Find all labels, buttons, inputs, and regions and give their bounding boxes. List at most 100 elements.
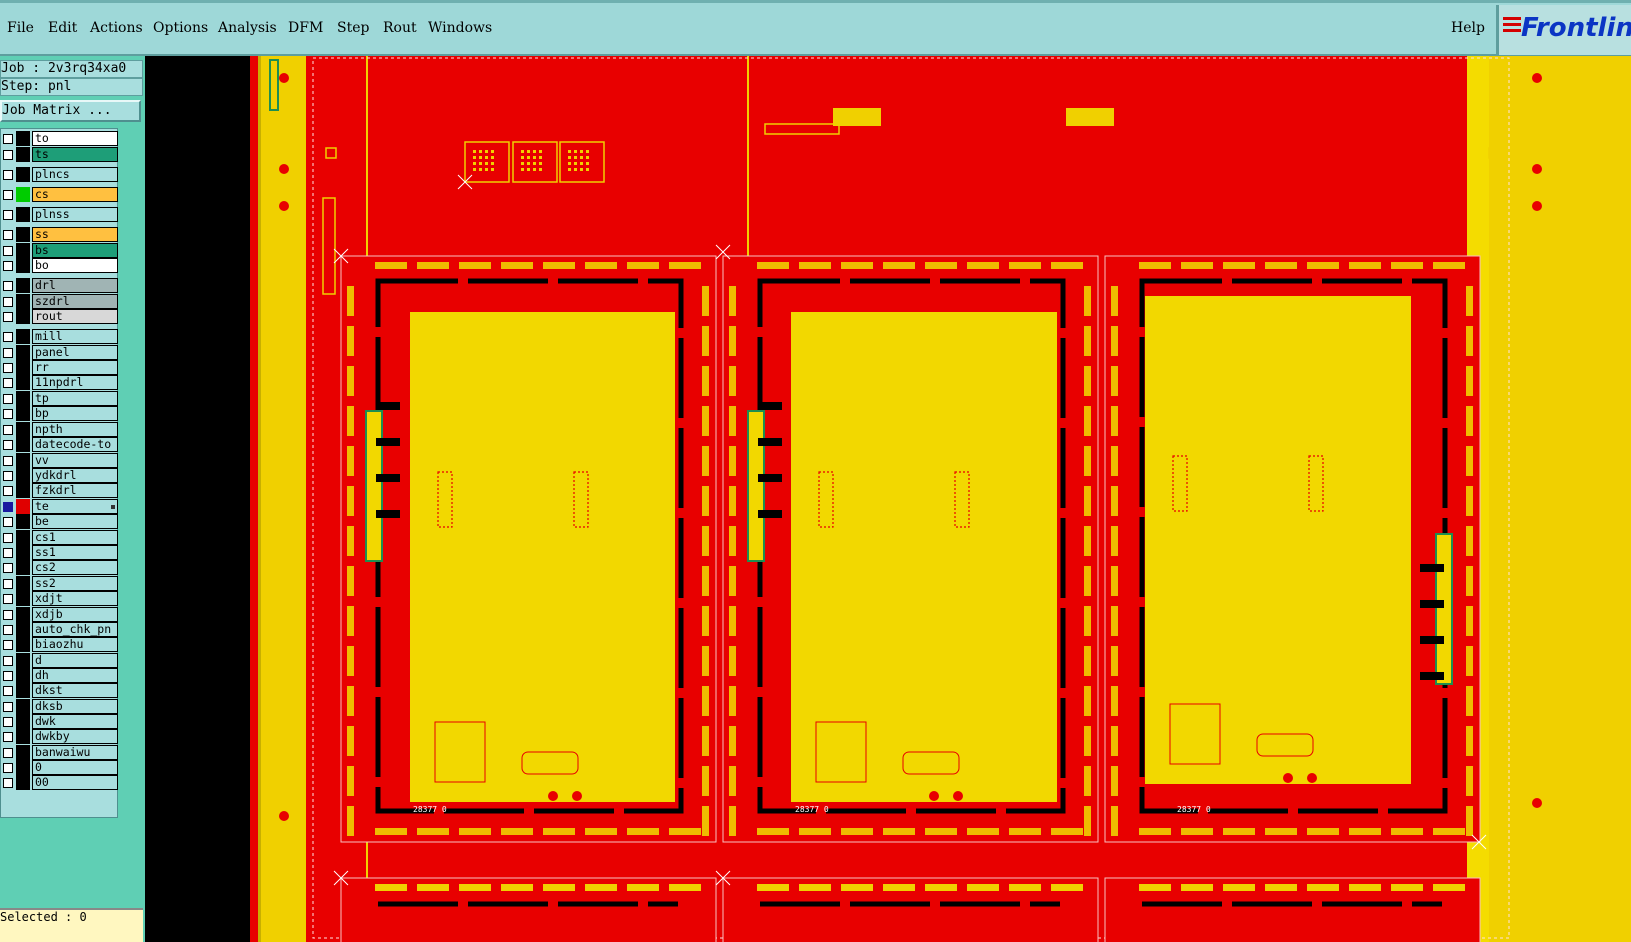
layer-name[interactable]: dwkby [32, 729, 118, 744]
layer-checkbox[interactable] [3, 778, 13, 788]
layer-row-fzkdrl[interactable]: fzkdrl [1, 483, 118, 498]
layer-name[interactable]: npth [32, 422, 118, 437]
layer-color-swatch[interactable] [16, 683, 30, 698]
menu-step[interactable]: Step [337, 20, 369, 36]
layer-row-xdjt[interactable]: xdjt [1, 591, 118, 606]
layer-checkbox[interactable] [3, 456, 13, 466]
layer-color-swatch[interactable] [16, 576, 30, 591]
layer-name[interactable]: ts [32, 147, 118, 162]
layer-checkbox[interactable] [3, 230, 13, 240]
layer-row-bo[interactable]: bo [1, 258, 118, 273]
layer-color-swatch[interactable] [16, 187, 30, 202]
layer-checkbox[interactable] [3, 281, 13, 291]
layer-name[interactable]: panel [32, 345, 118, 360]
layer-row-plnss[interactable]: plnss [1, 207, 118, 222]
layer-color-swatch[interactable] [16, 167, 30, 182]
layer-row-npth[interactable]: npth [1, 422, 118, 437]
layer-color-swatch[interactable] [16, 422, 30, 437]
layer-checkbox[interactable] [3, 517, 13, 527]
layer-row-ydkdrl[interactable]: ydkdrl [1, 468, 118, 483]
layer-checkbox[interactable] [3, 363, 13, 373]
layer-color-swatch[interactable] [16, 391, 30, 406]
menu-help[interactable]: Help [1451, 20, 1485, 36]
layer-color-swatch[interactable] [16, 607, 30, 622]
layer-row-to[interactable]: to [1, 131, 118, 146]
layer-name[interactable]: dksb [32, 699, 118, 714]
layer-color-swatch[interactable] [16, 258, 30, 273]
layer-checkbox[interactable] [3, 348, 13, 358]
layer-checkbox[interactable] [3, 332, 13, 342]
layer-name[interactable]: 11npdrl [32, 375, 118, 390]
layer-name[interactable]: cs [32, 187, 118, 202]
layer-checkbox[interactable] [3, 261, 13, 271]
layer-row-11npdrl[interactable]: 11npdrl [1, 375, 118, 390]
layer-color-swatch[interactable] [16, 360, 30, 375]
layer-name[interactable]: vv [32, 453, 118, 468]
layer-color-swatch[interactable] [16, 775, 30, 790]
layer-row-ss[interactable]: ss [1, 227, 118, 242]
layer-color-swatch[interactable] [16, 131, 30, 146]
menu-edit[interactable]: Edit [48, 20, 77, 36]
layer-name[interactable]: bp [32, 406, 118, 421]
layer-color-swatch[interactable] [16, 227, 30, 242]
layer-checkbox[interactable] [3, 471, 13, 481]
layer-row-banwaiwu[interactable]: banwaiwu [1, 745, 118, 760]
layer-color-swatch[interactable] [16, 560, 30, 575]
layer-name[interactable]: te [32, 499, 118, 514]
menu-analysis[interactable]: Analysis [218, 20, 277, 36]
layer-checkbox[interactable] [3, 312, 13, 322]
layer-checkbox[interactable] [3, 717, 13, 727]
layer-color-swatch[interactable] [16, 760, 30, 775]
layer-row-tp[interactable]: tp [1, 391, 118, 406]
layer-checkbox[interactable] [3, 394, 13, 404]
layer-name[interactable]: xdjb [32, 607, 118, 622]
menu-rout[interactable]: Rout [383, 20, 417, 36]
layer-name[interactable]: ss [32, 227, 118, 242]
layer-name[interactable]: fzkdrl [32, 483, 118, 498]
layer-color-swatch[interactable] [16, 406, 30, 421]
layer-row-dwkby[interactable]: dwkby [1, 729, 118, 744]
layer-name[interactable]: dh [32, 668, 118, 683]
layer-color-swatch[interactable] [16, 668, 30, 683]
layer-name[interactable]: ss1 [32, 545, 118, 560]
layer-row-auto_chk_pn[interactable]: auto_chk_pn [1, 622, 118, 637]
layer-checkbox[interactable] [3, 563, 13, 573]
layer-checkbox[interactable] [3, 150, 13, 160]
layer-color-swatch[interactable] [16, 309, 30, 324]
layer-name[interactable]: d [32, 653, 118, 668]
layer-checkbox[interactable] [3, 486, 13, 496]
layer-checkbox[interactable] [3, 763, 13, 773]
layer-checkbox[interactable] [3, 625, 13, 635]
layer-row-xdjb[interactable]: xdjb [1, 607, 118, 622]
layer-row-cs[interactable]: cs [1, 187, 118, 202]
layer-name[interactable]: 00 [32, 775, 118, 790]
layer-name[interactable]: tp [32, 391, 118, 406]
layer-name[interactable]: dkst [32, 683, 118, 698]
layer-color-swatch[interactable] [16, 483, 30, 498]
layer-color-swatch[interactable] [16, 699, 30, 714]
layer-color-swatch[interactable] [16, 147, 30, 162]
layer-row-biaozhu[interactable]: biaozhu [1, 637, 118, 652]
layer-name[interactable]: dwk [32, 714, 118, 729]
layer-name[interactable]: rout [32, 309, 118, 324]
menu-actions[interactable]: Actions [90, 20, 143, 36]
layer-name[interactable]: be [32, 514, 118, 529]
job-matrix-button[interactable]: Job Matrix ... [0, 100, 141, 122]
layer-row-drl[interactable]: drl [1, 278, 118, 293]
layer-name[interactable]: ydkdrl [32, 468, 118, 483]
layer-row-dh[interactable]: dh [1, 668, 118, 683]
menu-windows[interactable]: Windows [428, 20, 492, 36]
layer-color-swatch[interactable] [16, 207, 30, 222]
layer-checkbox[interactable] [3, 548, 13, 558]
layer-name[interactable]: bs [32, 243, 118, 258]
layer-checkbox[interactable] [3, 246, 13, 256]
panel-drawing[interactable]: 28377 0 28377 0 28377 0 [145, 56, 1631, 942]
layer-row-0[interactable]: 0 [1, 760, 118, 775]
layer-name[interactable]: mill [32, 329, 118, 344]
layer-checkbox[interactable] [3, 640, 13, 650]
layer-row-ss1[interactable]: ss1 [1, 545, 118, 560]
layer-row-d[interactable]: d [1, 653, 118, 668]
layer-color-swatch[interactable] [16, 437, 30, 452]
layer-row-bs[interactable]: bs [1, 243, 118, 258]
layer-row-dwk[interactable]: dwk [1, 714, 118, 729]
